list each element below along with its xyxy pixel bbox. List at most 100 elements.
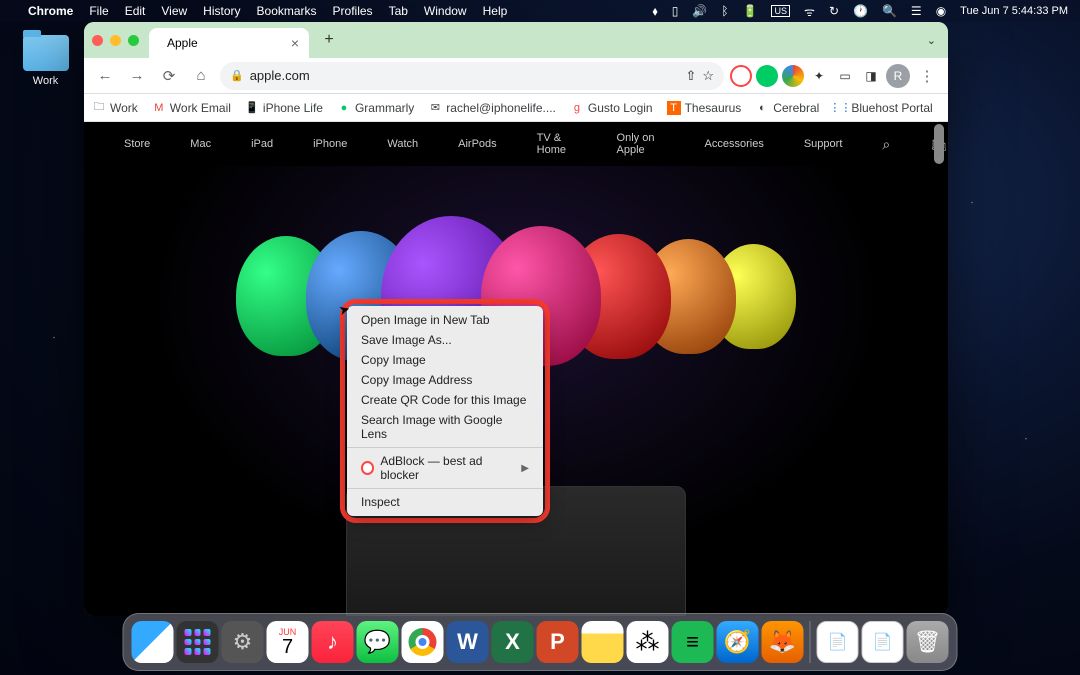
bookmark-gusto[interactable]: gGusto Login: [570, 101, 653, 115]
address-bar[interactable]: 🔒 apple.com ⇧ ☆: [220, 62, 724, 90]
nav-watch[interactable]: Watch: [387, 138, 418, 150]
control-center-icon[interactable]: ☰: [911, 4, 922, 18]
sync-icon[interactable]: ↻: [829, 4, 839, 18]
menu-tab[interactable]: Tab: [389, 4, 408, 18]
dock-messages[interactable]: 💬: [357, 621, 399, 663]
dock-spotify[interactable]: ≡: [672, 621, 714, 663]
profile-avatar[interactable]: R: [886, 64, 910, 88]
tab-close-button[interactable]: ×: [291, 35, 299, 51]
nav-mac[interactable]: Mac: [190, 138, 211, 150]
window-minimize-button[interactable]: [110, 35, 121, 46]
forward-button[interactable]: →: [124, 63, 150, 89]
dock-calendar[interactable]: JUN7: [267, 621, 309, 663]
dock-safari[interactable]: 🧭: [717, 621, 759, 663]
spotlight-icon[interactable]: 🔍: [882, 4, 897, 18]
siri-icon[interactable]: ◉: [936, 4, 946, 18]
ctx-inspect[interactable]: Inspect: [347, 492, 543, 512]
scrollbar-thumb[interactable]: [934, 124, 944, 164]
dock-finder[interactable]: [132, 621, 174, 663]
bookmark-grammarly[interactable]: ●Grammarly: [337, 101, 414, 115]
window-zoom-button[interactable]: [128, 35, 139, 46]
nav-only-apple[interactable]: Only on Apple: [617, 132, 665, 156]
dock-recent-file-2[interactable]: 📄: [862, 621, 904, 663]
menubar-datetime[interactable]: Tue Jun 7 5:44:33 PM: [960, 5, 1068, 17]
wifi-icon[interactable]: ᯤ: [804, 3, 815, 20]
nav-iphone[interactable]: iPhone: [313, 138, 347, 150]
dock-trash[interactable]: 🗑: [907, 621, 949, 663]
nav-tvhome[interactable]: TV & Home: [537, 132, 577, 156]
window-close-button[interactable]: [92, 35, 103, 46]
bookmark-cerebral[interactable]: ◐Cerebral: [755, 101, 819, 115]
bookmark-work[interactable]: 🗀Work: [92, 101, 138, 115]
nav-airpods[interactable]: AirPods: [458, 138, 497, 150]
nav-accessories[interactable]: Accessories: [705, 138, 764, 150]
share-button[interactable]: ⇧: [685, 68, 696, 84]
dropbox-icon[interactable]: ⬧: [652, 4, 657, 19]
sidepanel-icon[interactable]: ◨: [860, 65, 882, 87]
dock-excel[interactable]: X: [492, 621, 534, 663]
apple-globalnav: Store Mac iPad iPhone Watch AirPods TV &…: [84, 122, 948, 166]
input-source-icon[interactable]: US: [771, 5, 790, 17]
ext-grammarly-icon[interactable]: [756, 65, 778, 87]
dock-word[interactable]: W: [447, 621, 489, 663]
nav-search-icon[interactable]: ⌕: [882, 136, 890, 153]
dock-system-settings[interactable]: ⚙: [222, 621, 264, 663]
dock-recent-file-1[interactable]: 📄: [817, 621, 859, 663]
menu-window[interactable]: Window: [424, 4, 467, 18]
dock-slack[interactable]: ⁂: [627, 621, 669, 663]
menu-history[interactable]: History: [203, 4, 240, 18]
dock-firefox[interactable]: 🦊: [762, 621, 804, 663]
nav-ipad[interactable]: iPad: [251, 138, 273, 150]
ext-adblock-icon[interactable]: [730, 65, 752, 87]
desktop-folder-work[interactable]: Work: [18, 35, 73, 87]
bluetooth-icon[interactable]: ᛒ: [721, 4, 728, 18]
folder-label: Work: [18, 75, 73, 87]
menu-bookmarks[interactable]: Bookmarks: [257, 4, 317, 18]
ctx-create-qr[interactable]: Create QR Code for this Image: [347, 390, 543, 410]
bookmark-star-button[interactable]: ☆: [702, 68, 714, 84]
battery-icon[interactable]: 🔋: [743, 4, 758, 18]
bookmark-bluehost[interactable]: ⋮⋮Bluehost Portal: [833, 101, 932, 115]
bookmark-facebook[interactable]: fFacebook: [947, 101, 948, 115]
menubar-app-name[interactable]: Chrome: [28, 4, 73, 18]
cursor-icon: ➤: [337, 301, 352, 319]
clock-icon[interactable]: 🕐: [853, 4, 868, 18]
menu-help[interactable]: Help: [483, 4, 508, 18]
bookmark-work-email[interactable]: MWork Email: [152, 101, 231, 115]
new-tab-button[interactable]: +: [317, 31, 341, 49]
extensions-button[interactable]: ✦: [808, 65, 830, 87]
browser-tab-apple[interactable]: Apple ×: [149, 28, 309, 58]
tab-search-button[interactable]: ⌄: [923, 30, 940, 51]
home-button[interactable]: ⌂: [188, 63, 214, 89]
battery-phone-icon[interactable]: ▯: [672, 4, 679, 18]
bookmark-thesaurus[interactable]: TThesaurus: [667, 101, 742, 115]
menu-edit[interactable]: Edit: [125, 4, 146, 18]
menu-view[interactable]: View: [161, 4, 187, 18]
dock-chrome[interactable]: [402, 621, 444, 663]
ctx-search-google-lens[interactable]: Search Image with Google Lens: [347, 410, 543, 444]
bookmark-rachel-email[interactable]: ✉rachel@iphonelife....: [428, 101, 556, 115]
nav-support[interactable]: Support: [804, 138, 843, 150]
bookmark-iphone-life[interactable]: 📱iPhone Life: [245, 101, 323, 115]
chrome-menu-button[interactable]: ⋮: [914, 63, 940, 89]
site-lock-icon[interactable]: 🔒: [230, 69, 244, 82]
ctx-adblock[interactable]: AdBlock — best ad blocker ▶: [347, 451, 543, 485]
nav-store[interactable]: Store: [124, 138, 150, 150]
ctx-open-image-new-tab[interactable]: Open Image in New Tab: [347, 310, 543, 330]
ctx-copy-image-address[interactable]: Copy Image Address: [347, 370, 543, 390]
reload-button[interactable]: ⟳: [156, 63, 182, 89]
dock-launchpad[interactable]: [177, 621, 219, 663]
dock-music[interactable]: ♪: [312, 621, 354, 663]
page-scrollbar[interactable]: [932, 122, 946, 616]
tab-strip: Apple × + ⌄: [84, 22, 948, 58]
dock-notes[interactable]: [582, 621, 624, 663]
ext-google-icon[interactable]: [782, 65, 804, 87]
cast-icon[interactable]: ▭: [834, 65, 856, 87]
back-button[interactable]: ←: [92, 63, 118, 89]
ctx-save-image-as[interactable]: Save Image As...: [347, 330, 543, 350]
dock-powerpoint[interactable]: P: [537, 621, 579, 663]
menu-file[interactable]: File: [89, 4, 108, 18]
ctx-copy-image[interactable]: Copy Image: [347, 350, 543, 370]
menu-profiles[interactable]: Profiles: [333, 4, 373, 18]
volume-icon[interactable]: 🔊: [692, 4, 707, 18]
